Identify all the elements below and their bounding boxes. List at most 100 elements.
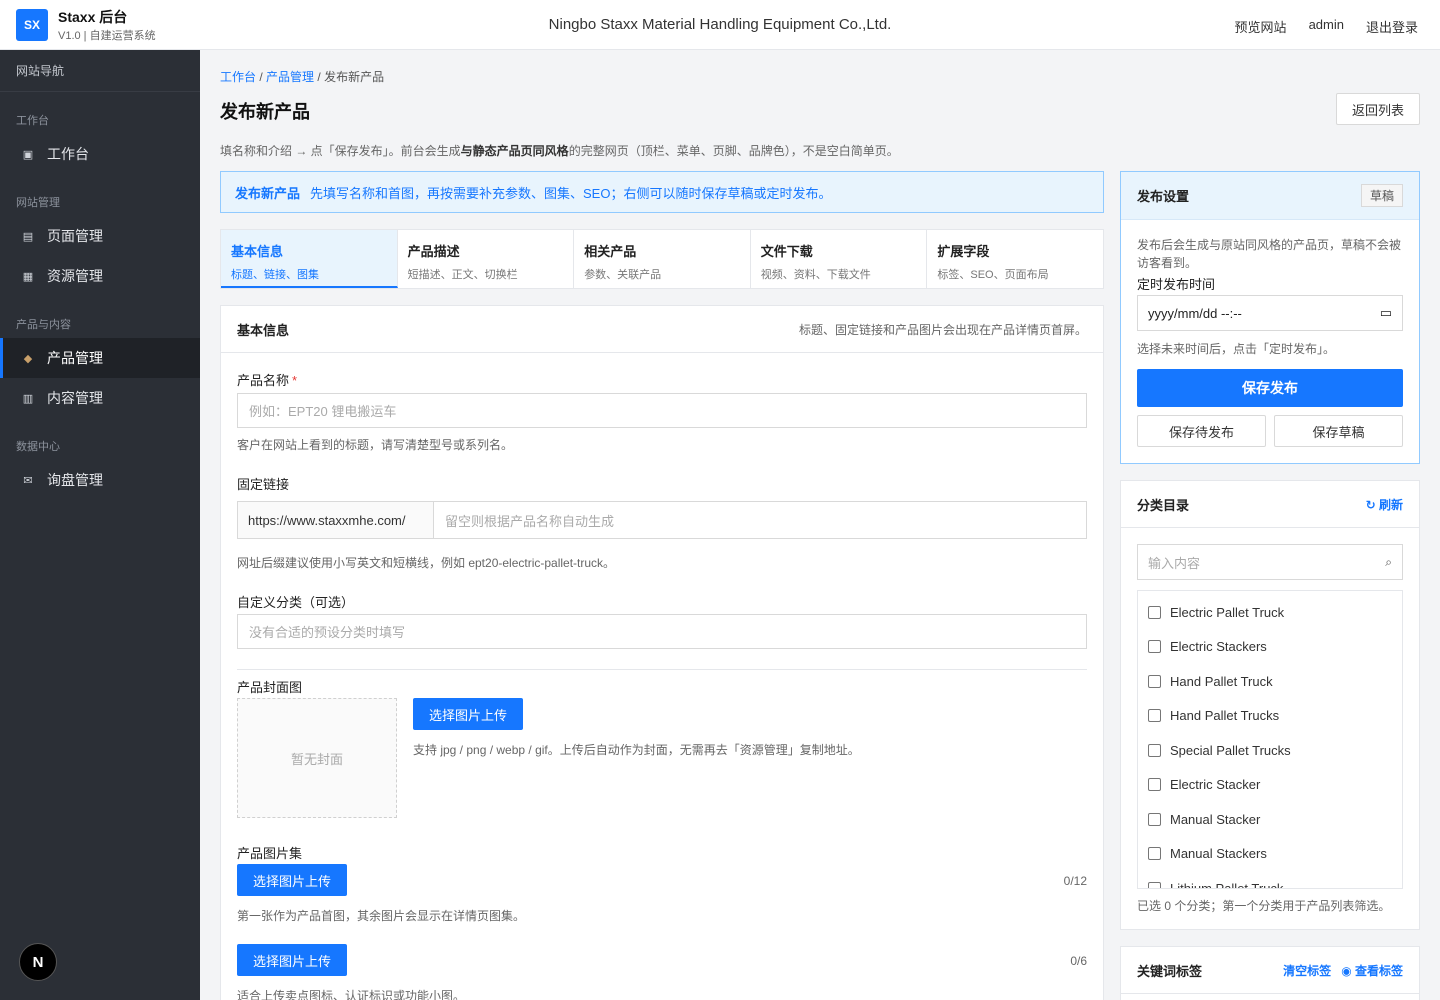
search-placeholder: 输入内容 (1148, 555, 1201, 571)
category-footer: 已选 0 个分类；第一个分类用于产品列表筛选。 (1137, 899, 1391, 913)
back-to-list-button[interactable]: 返回列表 (1336, 93, 1420, 125)
view-tags-button[interactable]: ◉ 查看标签 (1341, 962, 1403, 979)
sidebar-item-content[interactable]: ▥ 内容管理 (0, 378, 200, 418)
gallery-upload-button[interactable]: 选择图片上传 (237, 864, 347, 896)
list-item[interactable]: Special Pallet Trucks (1138, 733, 1402, 768)
notice-text: 先填写名称和首图，再按需要补充参数、图集、SEO；右侧可以随时保存草稿或定时发布… (310, 185, 832, 201)
sidebar-group-label: 数据中心 (16, 441, 60, 453)
page-description: 填名称和介绍 → 点「保存发布」。前台会生成与静态产品页同风格的完整网页（顶栏、… (220, 144, 899, 158)
slug-placeholder: 留空则根据产品名称自动生成 (445, 513, 615, 529)
list-item[interactable]: Hand Pallet Trucks (1138, 699, 1402, 734)
refresh-button[interactable]: ↻ 刷新 (1366, 496, 1403, 513)
gallery-count: 0/12 (1063, 874, 1087, 888)
category-list: Electric Pallet Truck Electric Stackers … (1137, 590, 1403, 889)
tab-description[interactable]: 产品描述 短描述、正文、切换栏 (398, 230, 575, 288)
list-item[interactable]: Hand Pallet Truck (1138, 664, 1402, 699)
product-name-hint: 客户在网站上看到的标题，请写清楚型号或系列名。 (237, 438, 514, 452)
slug-hint: 网址后缀建议使用小写英文和短横线，例如 ept20-electric-palle… (237, 556, 616, 570)
product-name-input[interactable]: 例如：EPT20 锂电搬运车 (237, 393, 1087, 428)
schedule-datetime-input[interactable]: yyyy/mm/dd --:-- ▭ (1137, 295, 1403, 331)
doc-icon: ▥ (22, 392, 34, 405)
feature-icons-count: 0/6 (1070, 954, 1087, 968)
category-checkbox[interactable] (1148, 709, 1161, 723)
cover-hint: 支持 jpg / png / webp / gif。上传后自动作为封面，无需再去… (413, 743, 860, 757)
preview-site-link[interactable]: 预览网站 (1235, 17, 1287, 36)
breadcrumb-link[interactable]: 工作台 (220, 70, 256, 84)
status-badge: 草稿 (1360, 184, 1403, 207)
category-checkbox[interactable] (1148, 812, 1161, 826)
calendar-icon[interactable]: ▭ (1380, 305, 1392, 321)
feature-icons-upload-button[interactable]: 选择图片上传 (237, 944, 347, 976)
category-checkbox[interactable] (1148, 674, 1161, 688)
top-bar: SX Staxx 后台 V1.0 | 自建运营系统 Ningbo Staxx M… (0, 0, 1440, 50)
section-title: 基本信息 (237, 322, 290, 338)
box-icon: ◆ (23, 352, 33, 365)
sidebar-item-inquiries[interactable]: ✉ 询盘管理 (0, 460, 200, 500)
category-search-input[interactable]: 输入内容 ⌕ (1137, 544, 1403, 580)
slug-prefix: https://www.staxxmhe.com/ (238, 502, 434, 538)
datetime-value: yyyy/mm/dd --:-- (1148, 305, 1242, 321)
tab-related[interactable]: 相关产品 参数、关联产品 (574, 230, 751, 288)
category-checkbox[interactable] (1148, 847, 1161, 861)
company-name: Ningbo Staxx Material Handling Equipment… (548, 16, 892, 33)
gallery-label: 产品图片集 (237, 846, 303, 861)
cover-upload-button[interactable]: 选择图片上传 (413, 698, 523, 730)
breadcrumb-link[interactable]: 产品管理 (266, 70, 314, 84)
list-item[interactable]: Lithium Pallet Truck (1138, 871, 1402, 888)
product-name-label: 产品名称 * (237, 373, 298, 388)
image-icon: ▦ (22, 270, 34, 283)
category-panel: 分类目录 ↻ 刷新 输入内容 ⌕ Electric Pallet Truck E… (1120, 480, 1420, 930)
category-header: 分类目录 ↻ 刷新 (1121, 481, 1419, 528)
cover-placeholder: 暂无封面 (237, 698, 397, 818)
category-checkbox[interactable] (1148, 778, 1161, 792)
list-item[interactable]: Electric Pallet Truck (1138, 595, 1402, 630)
tab-downloads[interactable]: 文件下载 视频、资料、下载文件 (751, 230, 928, 288)
card-header: 基本信息 标题、固定链接和产品图片会出现在产品详情页首屏。 (221, 306, 1103, 353)
sidebar-item-label: 资源管理 (47, 268, 103, 284)
form-tabs: 基本信息 标题、链接、图集 产品描述 短描述、正文、切换栏 相关产品 参数、关联… (220, 229, 1104, 289)
custom-category-label: 自定义分类（可选） (237, 595, 355, 610)
slug-input[interactable]: https://www.staxxmhe.com/ 留空则根据产品名称自动生成 (237, 501, 1087, 539)
user-menu[interactable]: admin (1309, 17, 1344, 36)
category-checkbox[interactable] (1148, 881, 1161, 888)
section-hint: 标题、固定链接和产品图片会出现在产品详情页首屏。 (798, 322, 1087, 337)
list-item[interactable]: Manual Stackers (1138, 837, 1402, 872)
required-mark: * (292, 373, 298, 388)
category-checkbox[interactable] (1148, 640, 1161, 654)
sidebar-item-pages[interactable]: ▤ 页面管理 (0, 216, 200, 256)
schedule-hint: 选择未来时间后，点击「定时发布」。 (1137, 342, 1336, 356)
page-title: 发布新产品 (220, 102, 310, 122)
tab-extended[interactable]: 扩展字段 标签、SEO、页面布局 (927, 230, 1103, 288)
sidebar-item-products[interactable]: ◆ 产品管理 (0, 338, 200, 378)
save-publish-button[interactable]: 保存发布 (1137, 369, 1403, 407)
mail-icon: ✉ (23, 474, 33, 487)
tab-basic-info[interactable]: 基本信息 标题、链接、图集 (221, 230, 398, 288)
list-item[interactable]: Electric Stacker (1138, 768, 1402, 803)
sidebar-item-assets[interactable]: ▦ 资源管理 (0, 256, 200, 296)
category-checkbox[interactable] (1148, 743, 1161, 757)
schedule-label: 定时发布时间 (1137, 277, 1216, 292)
sidebar-item-label: 询盘管理 (47, 472, 103, 488)
basic-info-card: 基本信息 标题、固定链接和产品图片会出现在产品详情页首屏。 产品名称 * 例如：E… (220, 305, 1104, 1000)
breadcrumb: 工作台 / 产品管理 / 发布新产品 (220, 70, 385, 84)
category-title: 分类目录 (1137, 497, 1190, 513)
sidebar-item-label: 产品管理 (47, 350, 103, 366)
sidebar-title: 网站导航 (0, 50, 200, 92)
sidebar-group-label: 网站管理 (16, 197, 60, 209)
brand-title: Staxx 后台 (58, 9, 128, 25)
list-item[interactable]: Electric Stackers (1138, 630, 1402, 665)
category-checkbox[interactable] (1148, 605, 1161, 619)
search-icon[interactable]: ⌕ (1385, 555, 1392, 570)
clear-tags-button[interactable]: 清空标签 (1283, 962, 1331, 979)
save-draft-button[interactable]: 保存草稿 (1274, 415, 1403, 447)
sidebar-item-label: 页面管理 (47, 228, 103, 244)
sidebar-item-dashboard[interactable]: ▣ 工作台 (0, 134, 200, 174)
save-pending-button[interactable]: 保存待发布 (1137, 415, 1266, 447)
dev-tools-badge[interactable]: N (19, 943, 57, 981)
sidebar-group-label: 产品与内容 (16, 319, 71, 331)
page-icon: ▤ (22, 230, 34, 243)
custom-category-input[interactable]: 没有合适的预设分类时填写 (237, 614, 1087, 649)
keyword-header: 关键词标签 清空标签 ◉ 查看标签 (1121, 947, 1419, 994)
list-item[interactable]: Manual Stacker (1138, 802, 1402, 837)
logout-link[interactable]: 退出登录 (1366, 17, 1418, 36)
